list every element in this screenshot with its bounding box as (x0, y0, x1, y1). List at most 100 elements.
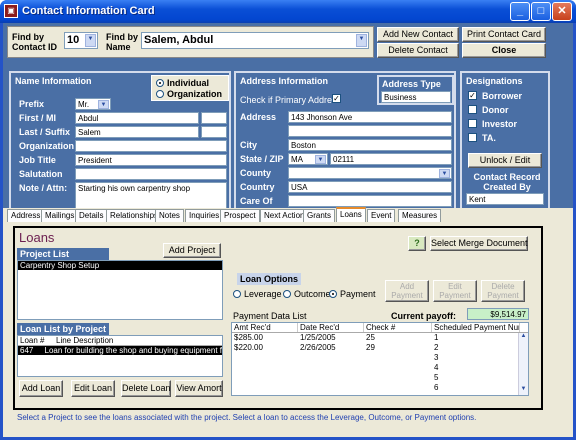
organization-input[interactable] (75, 140, 227, 152)
zip-input[interactable]: 02111 (330, 153, 452, 165)
select-merge-document-button[interactable]: Select Merge Document (430, 236, 528, 251)
tab-notes[interactable]: Notes (155, 209, 184, 222)
edit-payment-button[interactable]: Edit Payment (433, 280, 477, 302)
county-select[interactable]: ▼ (288, 167, 452, 179)
chevron-down-icon[interactable]: ▼ (85, 34, 96, 47)
prefix-select[interactable]: Mr. ▼ (75, 98, 111, 110)
leverage-label: Leverage (244, 289, 282, 299)
tab-measures[interactable]: Measures (398, 209, 442, 222)
individual-radio[interactable] (156, 79, 164, 87)
salutation-input[interactable] (75, 168, 227, 180)
tab-prospect[interactable]: Prospect (220, 209, 260, 222)
table-row[interactable]: $285.00 1/25/2005 25 1 (232, 333, 528, 343)
address-line2-input[interactable] (288, 125, 452, 137)
investor-checkbox[interactable] (468, 119, 477, 128)
suffix-input[interactable] (201, 126, 227, 138)
tab-loans[interactable]: Loans (336, 207, 366, 222)
payment-list-header: Amt Rec'd Date Rec'd Check # Scheduled Paym… (232, 323, 528, 333)
add-loan-button[interactable]: Add Loan (19, 380, 63, 397)
payment-data-list[interactable]: Amt Rec'd Date Rec'd Check # Scheduled Paym… (231, 322, 529, 396)
close-window-button[interactable]: ✕ (552, 2, 572, 21)
tab-inquiries[interactable]: Inquiries (185, 209, 224, 222)
created-by-input[interactable]: Kent (466, 193, 544, 205)
chevron-down-icon[interactable]: ▼ (356, 34, 367, 47)
created-by-label: Contact Record Created By (473, 172, 541, 192)
project-list[interactable]: Carpentry Shop Setup (17, 260, 223, 320)
current-payoff-value: $9,514.97 (467, 308, 529, 320)
table-row[interactable]: 3 (232, 353, 528, 363)
tab-next-action[interactable]: Next Action (260, 209, 309, 222)
last-name-input[interactable]: Salem (75, 126, 199, 138)
tab-details[interactable]: Details (75, 209, 108, 222)
state-select[interactable]: MA ▼ (288, 153, 328, 165)
loans-frame: Loans ? Select Merge Document Project Li… (13, 226, 543, 410)
chevron-down-icon[interactable]: ▼ (439, 169, 450, 178)
scrollbar[interactable]: ▲ ▼ (518, 333, 528, 395)
view-amort-button[interactable]: View Amort (175, 380, 223, 397)
city-input[interactable]: Boston (288, 139, 452, 151)
ta-checkbox[interactable] (468, 133, 477, 142)
county-label: County (240, 168, 271, 178)
country-input[interactable]: USA (288, 181, 452, 193)
maximize-button[interactable]: □ (531, 2, 551, 21)
find-name-label: Find by Name (106, 32, 138, 52)
table-cell (298, 363, 364, 373)
primary-address-checkbox[interactable]: ✓ (332, 94, 341, 103)
tab-event[interactable]: Event (367, 209, 396, 222)
window-title: Contact Information Card (22, 5, 155, 17)
edit-loan-button[interactable]: Edit Loan (71, 380, 115, 397)
first-name-input[interactable]: Abdul (75, 112, 199, 124)
minimize-button[interactable]: _ (510, 2, 530, 21)
job-title-input[interactable]: President (75, 154, 227, 166)
care-of-input[interactable] (288, 195, 452, 207)
tab-address[interactable]: Address (7, 209, 45, 222)
loan-list[interactable]: Loan # Line Description 647 Loan for bui… (17, 335, 223, 377)
address-label: Address (240, 112, 277, 122)
table-cell (298, 353, 364, 363)
help-button[interactable]: ? (408, 236, 426, 251)
borrower-label: Borrower (482, 91, 523, 101)
scroll-up-icon[interactable]: ▲ (519, 333, 528, 342)
add-project-button[interactable]: Add Project (163, 243, 221, 258)
delete-loan-button[interactable]: Delete Loan (121, 380, 171, 397)
prefix-label: Prefix (19, 99, 45, 109)
organization-radio[interactable] (156, 90, 164, 98)
add-new-contact-button[interactable]: Add New Contact (377, 27, 459, 42)
loan-list-label: Loan List by Project (17, 323, 109, 335)
scroll-down-icon[interactable]: ▼ (519, 386, 528, 395)
chevron-down-icon[interactable]: ▼ (98, 100, 109, 109)
contact-name-select[interactable]: Salem, Abdul ▼ (141, 32, 369, 49)
payment-rows: $285.00 1/25/2005 25 1 $220.00 2/26/2005 29 2 3 4… (232, 333, 528, 393)
chevron-down-icon[interactable]: ▼ (315, 155, 326, 164)
add-payment-button[interactable]: Add Payment (385, 280, 429, 302)
payment-radio[interactable] (329, 290, 337, 298)
tab-relationships[interactable]: Relationships (106, 209, 163, 222)
tab-mailings[interactable]: Mailings (41, 209, 79, 222)
address-line1-input[interactable]: 143 Jhonson Ave (288, 111, 452, 123)
table-cell: Loan for building the shop and buying eq… (44, 346, 222, 355)
print-contact-card-button[interactable]: Print Contact Card (462, 27, 546, 42)
close-button[interactable]: Close (462, 43, 546, 58)
table-row[interactable]: 6 (232, 383, 528, 393)
delete-contact-button[interactable]: Delete Contact (377, 43, 459, 58)
designations-header: Designations (466, 76, 523, 86)
address-type-input[interactable]: Business (381, 91, 451, 103)
ta-label: TA. (482, 133, 496, 143)
salutation-label: Salutation (19, 169, 63, 179)
table-row[interactable]: 5 (232, 373, 528, 383)
middle-initial-input[interactable] (201, 112, 227, 124)
borrower-checkbox[interactable]: ✓ (468, 91, 477, 100)
table-row[interactable]: 647 Loan for building the shop and buyin… (18, 346, 222, 355)
contact-id-select[interactable]: 10 ▼ (64, 32, 98, 49)
table-row[interactable]: $220.00 2/26/2005 29 2 (232, 343, 528, 353)
donor-checkbox[interactable] (468, 105, 477, 114)
list-item[interactable]: Carpentry Shop Setup (18, 261, 222, 270)
delete-payment-button[interactable]: Delete Payment (481, 280, 525, 302)
job-title-label: Job Title (19, 155, 56, 165)
state-zip-label: State / ZIP (240, 154, 284, 164)
leverage-radio[interactable] (233, 290, 241, 298)
unlock-edit-button[interactable]: Unlock / Edit (468, 153, 542, 168)
table-row[interactable]: 4 (232, 363, 528, 373)
outcome-radio[interactable] (283, 290, 291, 298)
tab-grants[interactable]: Grants (303, 209, 336, 222)
